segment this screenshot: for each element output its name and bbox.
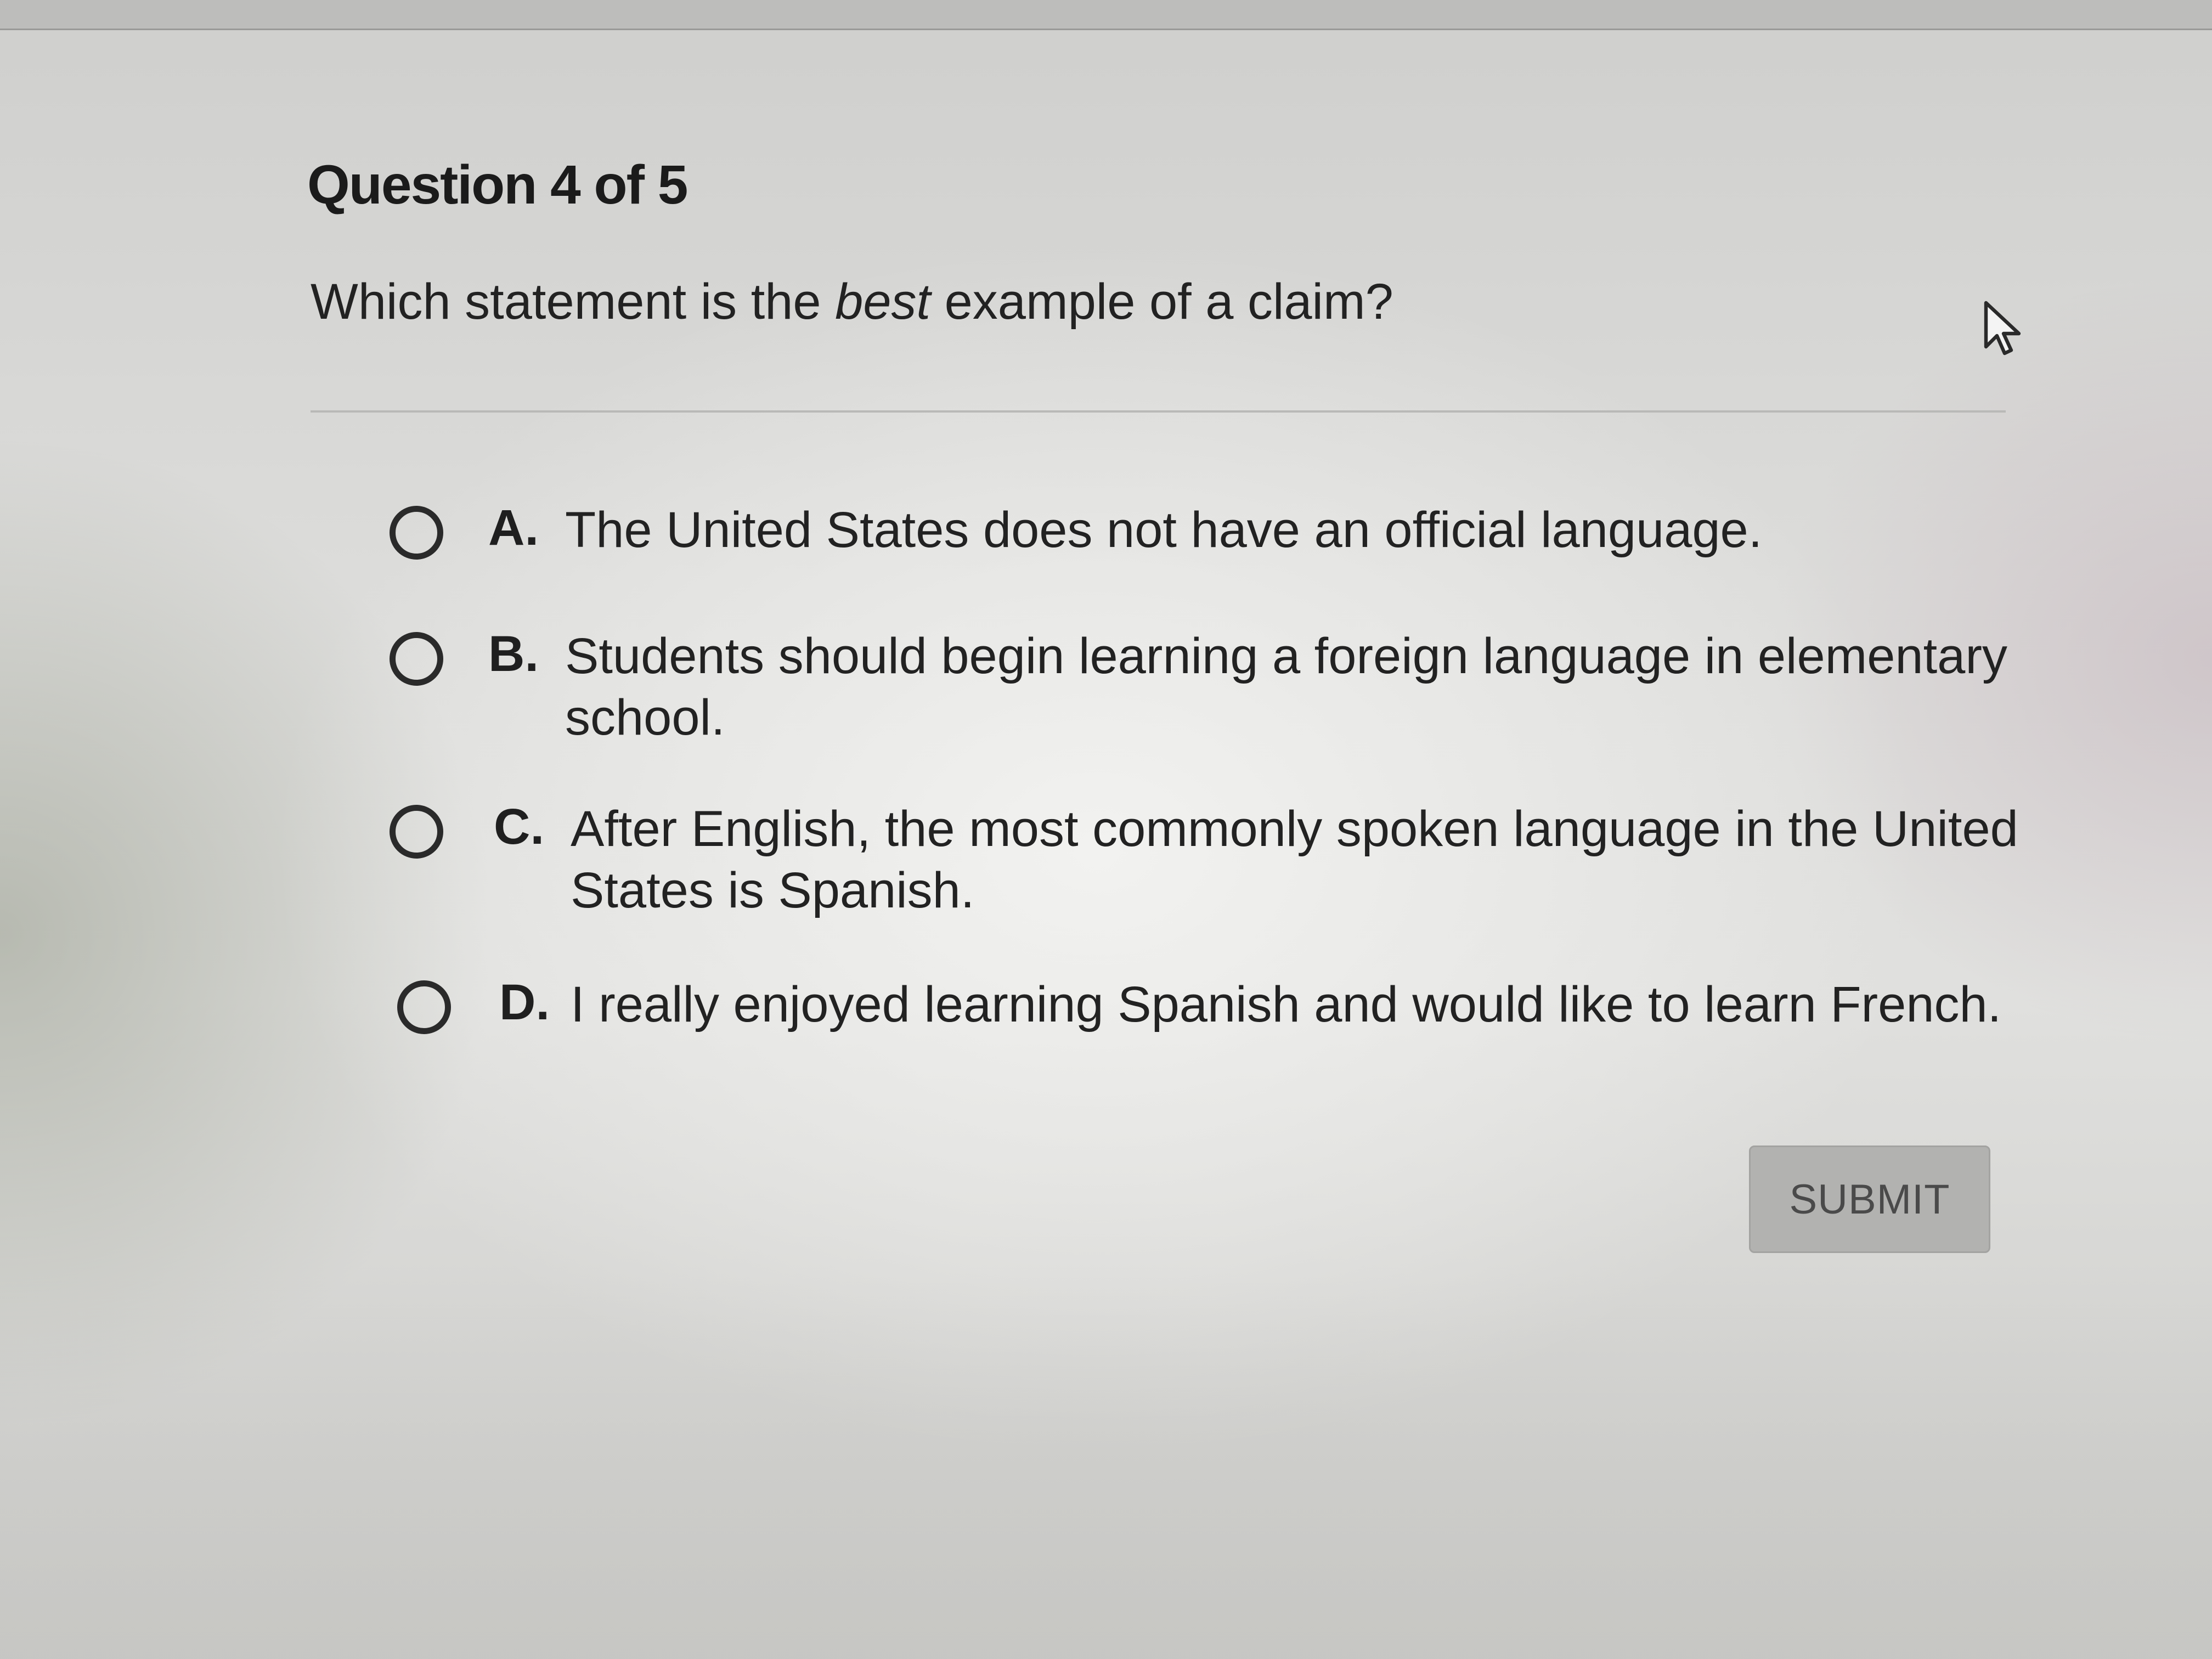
arrow-cursor-icon	[1984, 301, 2021, 356]
submit-button[interactable]: SUBMIT	[1749, 1146, 1990, 1253]
option-text-d: I really enjoyed learning Spanish and wo…	[571, 977, 2002, 1032]
option-letter-c: C.	[494, 799, 544, 855]
question-prompt: Which statement is the best example of a…	[311, 273, 1393, 331]
question-number: Question 4 of 5	[307, 154, 688, 216]
option-text-b: Students should begin learning a foreign…	[565, 628, 2007, 746]
radio-button-a[interactable]	[390, 506, 443, 560]
background-shade	[0, 1275, 2212, 1659]
option-letter-a: A.	[488, 500, 539, 556]
question-divider	[311, 410, 2006, 413]
radio-button-d[interactable]	[397, 980, 451, 1034]
radio-button-b[interactable]	[390, 632, 443, 686]
prompt-after: example of a claim?	[930, 274, 1393, 330]
prompt-emphasis: best	[835, 274, 931, 330]
prompt-before: Which statement is the	[311, 274, 836, 330]
radio-button-c[interactable]	[390, 805, 443, 859]
option-text-a: The United States does not have an offic…	[565, 502, 1763, 558]
option-letter-b: B.	[488, 626, 539, 682]
screen-top-edge	[0, 0, 2212, 29]
option-letter-d: D.	[499, 974, 550, 1030]
top-border	[0, 29, 2212, 30]
option-text-c: After English, the most commonly spoken …	[571, 801, 2018, 918]
